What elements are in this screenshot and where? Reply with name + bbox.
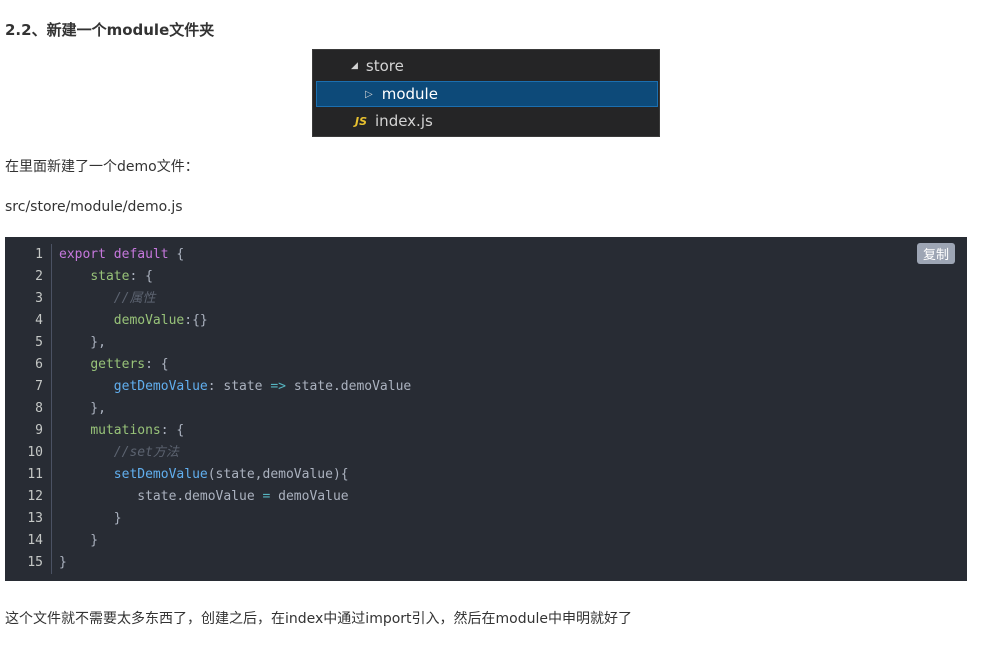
tree-item-store: ◢ store bbox=[313, 53, 659, 79]
code-token: //属性 bbox=[113, 291, 156, 306]
code-text: getters: { bbox=[52, 354, 169, 376]
code-line: 3 //属性 bbox=[5, 288, 967, 310]
triangle-right-icon: ▷ bbox=[365, 88, 373, 100]
code-line: 14 } bbox=[5, 530, 967, 552]
code-line: 11 setDemoValue(state,demoValue){ bbox=[5, 464, 967, 486]
code-line: 6 getters: { bbox=[5, 354, 967, 376]
code-token: state.demoValue bbox=[59, 489, 263, 504]
code-text: getDemoValue: state => state.demoValue bbox=[52, 376, 411, 398]
line-number: 4 bbox=[5, 310, 52, 332]
code-line: 8 }, bbox=[5, 398, 967, 420]
code-text: //属性 bbox=[52, 288, 156, 310]
tree-item-label: module bbox=[381, 85, 438, 103]
code-token: getters bbox=[90, 357, 146, 372]
code-token: demoValue bbox=[113, 313, 185, 328]
file-path: src/store/module/demo.js bbox=[5, 199, 183, 215]
code-line: 10 //set方法 bbox=[5, 442, 967, 464]
code-token: demoValue bbox=[270, 489, 349, 504]
code-token: mutations bbox=[90, 423, 161, 438]
code-token: }, bbox=[59, 401, 106, 416]
line-number: 5 bbox=[5, 332, 52, 354]
code-line: 15} bbox=[5, 552, 967, 574]
js-file-icon: JS bbox=[355, 114, 368, 128]
code-token: : { bbox=[160, 423, 185, 438]
code-token: (state,demoValue){ bbox=[207, 467, 349, 482]
code-block: 复制 1 export default {2 state: {3 //属性 4 de… bbox=[5, 237, 967, 581]
code-line: 9 mutations: { bbox=[5, 420, 967, 442]
code-token: setDemoValue bbox=[113, 467, 208, 482]
line-number: 3 bbox=[5, 288, 52, 310]
code-token: }, bbox=[59, 335, 106, 350]
file-tree-screenshot: ◢ store ▷ module JS index.js bbox=[312, 49, 660, 137]
line-number: 15 bbox=[5, 552, 52, 574]
code-text: state: { bbox=[52, 266, 153, 288]
line-number: 13 bbox=[5, 508, 52, 530]
code-token: } bbox=[59, 555, 67, 570]
line-number: 11 bbox=[5, 464, 52, 486]
code-token: : state bbox=[207, 379, 271, 394]
line-number: 7 bbox=[5, 376, 52, 398]
tree-item-index-js: JS index.js bbox=[313, 108, 659, 134]
code-text: setDemoValue(state,demoValue){ bbox=[52, 464, 349, 486]
code-text: mutations: { bbox=[52, 420, 184, 442]
line-number: 1 bbox=[5, 244, 52, 266]
code-token: : { bbox=[129, 269, 153, 284]
line-number: 10 bbox=[5, 442, 52, 464]
code-token: state.demoValue bbox=[286, 379, 412, 394]
code-line: 5 }, bbox=[5, 332, 967, 354]
code-text: //set方法 bbox=[52, 442, 179, 464]
code-text: }, bbox=[52, 398, 106, 420]
code-token: } bbox=[59, 511, 122, 526]
paragraph-intro: 在里面新建了一个demo文件： bbox=[5, 159, 199, 175]
code-line: 2 state: { bbox=[5, 266, 967, 288]
code-line: 1 export default { bbox=[5, 244, 967, 266]
code-text: } bbox=[52, 508, 122, 530]
code-token: :{} bbox=[184, 313, 208, 328]
section-heading: 2.2、新建一个module文件夹 bbox=[5, 21, 215, 39]
line-number: 9 bbox=[5, 420, 52, 442]
code-token: state bbox=[90, 269, 130, 284]
line-number: 8 bbox=[5, 398, 52, 420]
tree-item-label: index.js bbox=[375, 112, 433, 130]
line-number: 2 bbox=[5, 266, 52, 288]
tree-item-label: store bbox=[365, 57, 404, 75]
code-text: export default { bbox=[52, 244, 184, 266]
code-token: } bbox=[59, 533, 99, 548]
code-text: state.demoValue = demoValue bbox=[52, 486, 349, 508]
code-lines: 1 export default {2 state: {3 //属性 4 demoV… bbox=[5, 244, 967, 574]
triangle-down-icon: ◢ bbox=[351, 61, 358, 71]
code-token: { bbox=[168, 247, 185, 262]
code-text: demoValue:{} bbox=[52, 310, 208, 332]
code-token: : { bbox=[145, 357, 169, 372]
tree-item-module: ▷ module bbox=[316, 81, 658, 107]
code-token: //set方法 bbox=[113, 445, 179, 460]
line-number: 12 bbox=[5, 486, 52, 508]
code-text: } bbox=[52, 530, 98, 552]
code-token: getDemoValue bbox=[113, 379, 208, 394]
code-line: 13 } bbox=[5, 508, 967, 530]
code-line: 7 getDemoValue: state => state.demoValue bbox=[5, 376, 967, 398]
code-line: 12 state.demoValue = demoValue bbox=[5, 486, 967, 508]
code-line: 4 demoValue:{} bbox=[5, 310, 967, 332]
code-token: => bbox=[270, 379, 286, 394]
paragraph-summary: 这个文件就不需要太多东西了，创建之后，在index中通过import引入，然后在… bbox=[5, 611, 632, 627]
code-text: }, bbox=[52, 332, 106, 354]
line-number: 14 bbox=[5, 530, 52, 552]
code-token: export default bbox=[59, 247, 169, 262]
code-text: } bbox=[52, 552, 67, 574]
line-number: 6 bbox=[5, 354, 52, 376]
copy-button[interactable]: 复制 bbox=[916, 243, 955, 264]
